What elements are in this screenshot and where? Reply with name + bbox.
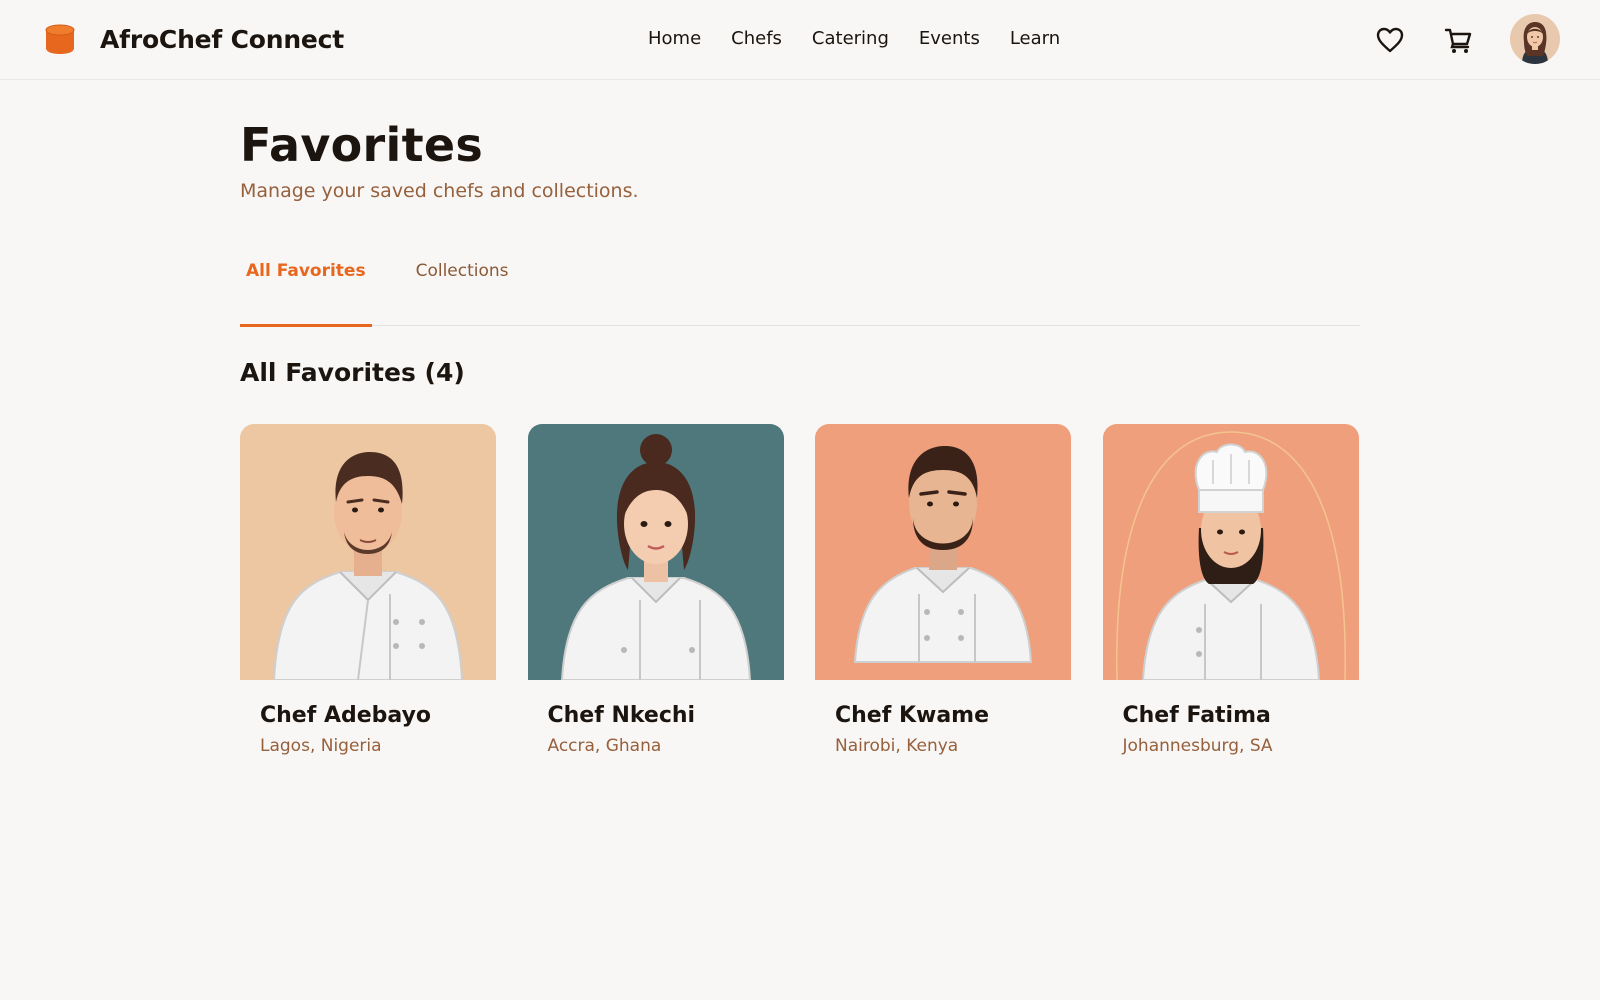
chef-card-body: Chef Nkechi Accra, Ghana [528, 680, 784, 758]
chef-location: Johannesburg, SA [1122, 736, 1273, 756]
main-nav: Home Chefs Catering Events Learn [648, 28, 1090, 49]
tab-all-favorites[interactable]: All Favorites [240, 252, 372, 327]
chef-location: Nairobi, Kenya [835, 736, 959, 756]
page-title: Favorites [240, 118, 484, 172]
header-actions [1374, 14, 1560, 64]
nav-events[interactable]: Events [919, 28, 980, 49]
heart-icon [1376, 27, 1404, 53]
cart-button[interactable] [1442, 24, 1474, 56]
chef-card-body: Chef Fatima Johannesburg, SA [1103, 680, 1359, 758]
chef-photo [527, 424, 784, 680]
tab-collections[interactable]: Collections [410, 252, 515, 326]
favorites-button[interactable] [1374, 24, 1406, 56]
chef-name: Chef Kwame [835, 703, 990, 728]
favorites-grid: Chef Adebayo Lagos, Nigeria Chef Nkechi … [240, 424, 1360, 758]
chef-location: Accra, Ghana [547, 736, 662, 756]
chef-location: Lagos, Nigeria [260, 736, 382, 756]
brand[interactable]: AfroChef Connect [44, 22, 344, 56]
chef-photo [815, 424, 1071, 680]
nav-catering[interactable]: Catering [812, 28, 889, 49]
nav-learn[interactable]: Learn [1010, 28, 1060, 49]
section-title: All Favorites (4) [240, 358, 465, 387]
chef-card[interactable]: Chef Adebayo Lagos, Nigeria [240, 424, 496, 758]
chef-card-body: Chef Kwame Nairobi, Kenya [815, 680, 1071, 758]
chef-name: Chef Adebayo [260, 703, 432, 728]
chef-card[interactable]: Chef Nkechi Accra, Ghana [527, 424, 784, 758]
chef-card[interactable]: Chef Kwame Nairobi, Kenya [815, 424, 1071, 758]
top-navigation-bar: AfroChef Connect Home Chefs Catering Eve… [0, 0, 1600, 80]
brand-name: AfroChef Connect [100, 24, 345, 54]
logo-icon [45, 24, 75, 54]
chef-card-body: Chef Adebayo Lagos, Nigeria [240, 680, 496, 758]
cart-icon [1444, 28, 1472, 53]
chef-name: Chef Nkechi [547, 703, 696, 728]
favorites-tabs: All Favorites Collections [240, 252, 1360, 327]
main-content: Favorites Manage your saved chefs and co… [240, 80, 1360, 758]
chef-name: Chef Fatima [1122, 703, 1271, 728]
chef-card[interactable]: Chef Fatima Johannesburg, SA [1102, 424, 1359, 758]
chef-photo [240, 424, 496, 680]
nav-home[interactable]: Home [648, 28, 701, 49]
user-avatar[interactable] [1510, 14, 1560, 64]
nav-chefs[interactable]: Chefs [731, 28, 782, 49]
page-subtitle: Manage your saved chefs and collections. [240, 180, 639, 202]
chef-photo [1102, 424, 1359, 680]
